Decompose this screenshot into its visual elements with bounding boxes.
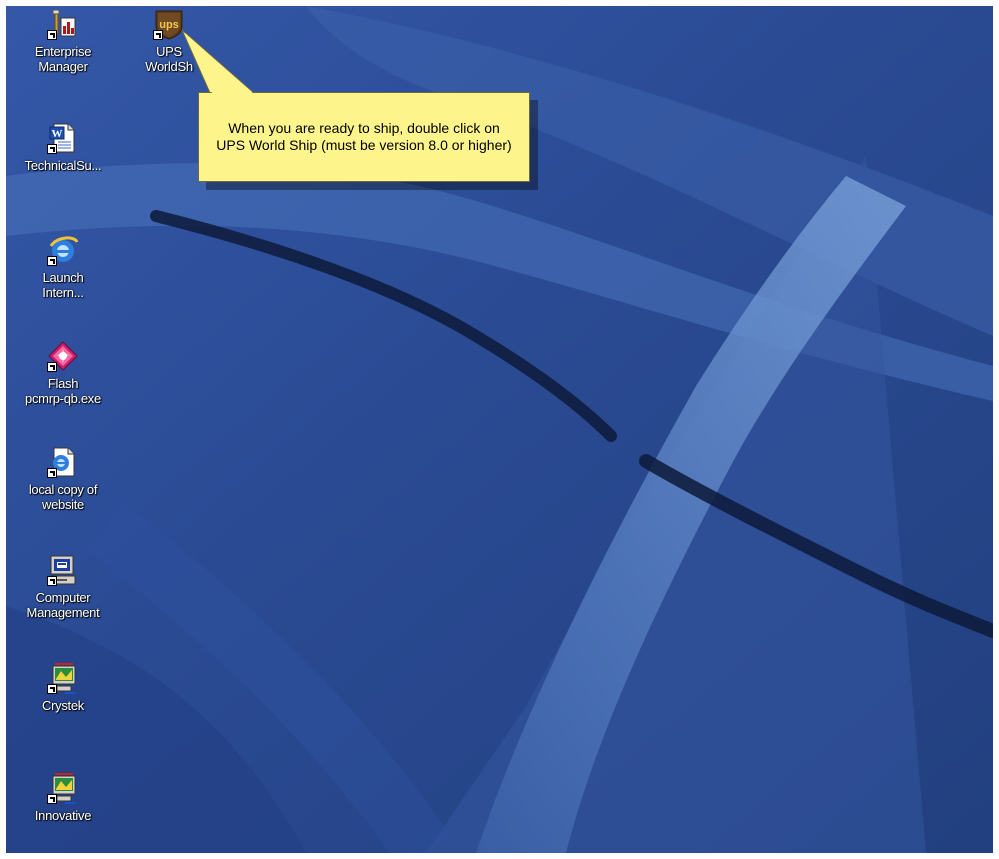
flash-icon bbox=[47, 340, 79, 372]
icon-label: website bbox=[42, 497, 84, 512]
ups-icon: ups bbox=[153, 8, 185, 40]
icon-label: Crystek bbox=[42, 698, 84, 713]
shortcut-arrow-icon bbox=[47, 576, 57, 586]
icon-label: pcmrp-qb.exe bbox=[25, 391, 101, 406]
icon-label: Computer bbox=[35, 590, 91, 605]
html-document-icon bbox=[47, 446, 79, 478]
internet-explorer-icon bbox=[47, 234, 79, 266]
desktop-icon-enterprise-manager[interactable]: Enterprise Manager bbox=[17, 8, 109, 74]
icon-label: Flash bbox=[47, 376, 79, 391]
shortcut-arrow-icon bbox=[153, 30, 163, 40]
word-document-icon: W bbox=[47, 122, 79, 154]
enterprise-manager-icon bbox=[47, 8, 79, 40]
shortcut-arrow-icon bbox=[47, 144, 57, 154]
desktop-icon-local-website[interactable]: local copy of website bbox=[17, 446, 109, 512]
icon-label: Launch bbox=[42, 270, 84, 285]
icon-label: Innovative bbox=[34, 808, 92, 823]
shortcut-arrow-icon bbox=[47, 362, 57, 372]
icon-label: Intern... bbox=[42, 285, 84, 300]
callout-pointer-fill bbox=[185, 33, 255, 95]
desktop-icon-crystek[interactable]: Crystek bbox=[17, 662, 109, 713]
icon-label: local copy of bbox=[28, 482, 98, 497]
svg-text:W: W bbox=[52, 128, 63, 140]
desktop-icon-launch-internet[interactable]: Launch Intern... bbox=[17, 234, 109, 300]
callout-text: When you are ready to ship, double click… bbox=[216, 120, 512, 153]
crystek-icon bbox=[47, 662, 79, 694]
desktop-icon-technical-support[interactable]: W TechnicalSu... bbox=[17, 122, 109, 173]
icon-label: TechnicalSu... bbox=[24, 158, 102, 173]
computer-management-icon bbox=[47, 554, 79, 586]
shortcut-arrow-icon bbox=[47, 794, 57, 804]
desktop-icon-computer-management[interactable]: Computer Management bbox=[17, 554, 109, 620]
callout-tooltip: When you are ready to ship, double click… bbox=[198, 92, 530, 182]
desktop: Enterprise Manager ups UPS WorldSh W Tec… bbox=[6, 6, 993, 853]
innovative-icon bbox=[47, 772, 79, 804]
icon-label: Manager bbox=[38, 59, 88, 74]
shortcut-arrow-icon bbox=[47, 684, 57, 694]
desktop-icon-innovative[interactable]: Innovative bbox=[17, 772, 109, 823]
icon-label: Enterprise bbox=[34, 44, 92, 59]
shortcut-arrow-icon bbox=[47, 468, 57, 478]
desktop-icon-flash-pcmrp[interactable]: Flash pcmrp-qb.exe bbox=[17, 340, 109, 406]
shortcut-arrow-icon bbox=[47, 256, 57, 266]
shortcut-arrow-icon bbox=[47, 30, 57, 40]
icon-label: Management bbox=[26, 605, 100, 620]
